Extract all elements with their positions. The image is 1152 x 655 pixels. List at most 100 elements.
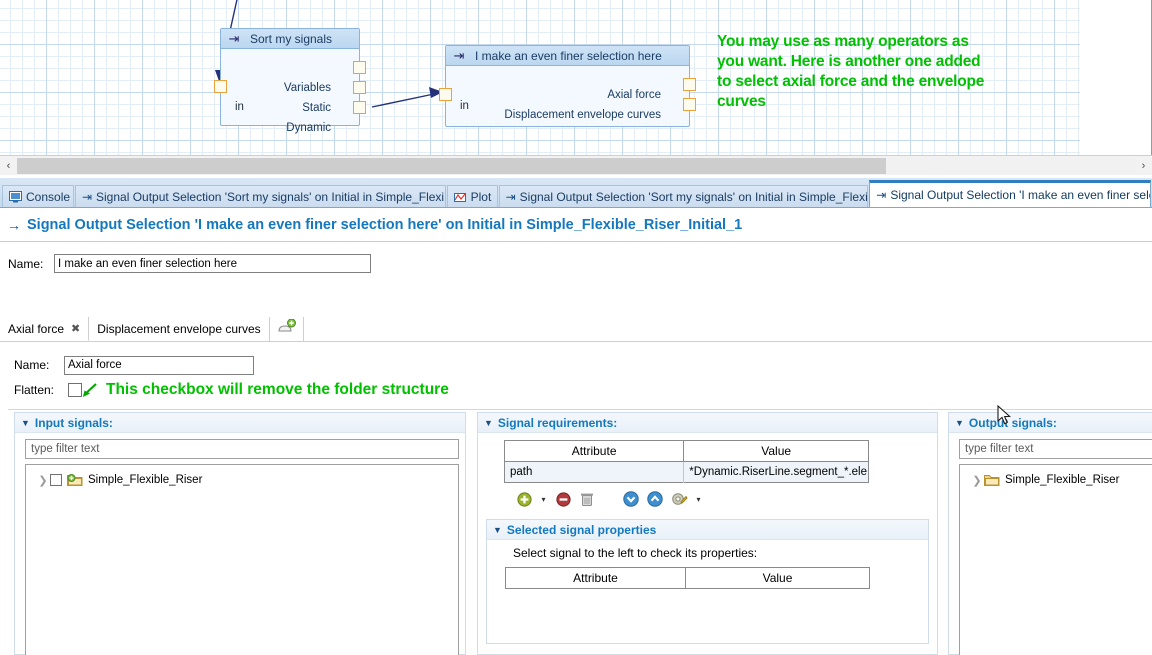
node-header: ⇥ I make an even finer selection here	[446, 46, 689, 66]
tab-axial-force[interactable]: Axial force ✖	[0, 317, 90, 341]
arrow-right-icon: ⇥	[453, 48, 465, 63]
tab-signal-output-selection-finer[interactable]: ⇥ Signal Output Selection 'I make an eve…	[869, 180, 1152, 207]
node-input-label: in	[460, 100, 469, 112]
arrow-right-icon: →	[7, 216, 21, 233]
name-label: Name:	[8, 256, 44, 271]
arrow-right-icon: ⇥	[876, 188, 887, 202]
table-header-row: Attribute Value	[504, 440, 869, 462]
port-out-dynamic[interactable]	[353, 101, 366, 114]
input-filter-input[interactable]: type filter text	[25, 439, 459, 459]
output-signals-tree[interactable]: ❯ Simple_Flexible_Riser	[959, 464, 1152, 655]
arrow-right-icon: ⇥	[81, 189, 93, 204]
tree-item-simple-flexible-riser[interactable]: ❯ Simple_Flexible_Riser	[960, 470, 1152, 490]
folder-add-icon	[67, 473, 83, 487]
inner-tab-label: Displacement envelope curves	[97, 322, 261, 336]
node-output-label-dynamic: Dynamic	[286, 122, 331, 134]
port-out-axial-force[interactable]	[683, 78, 696, 91]
scroll-left-arrow-icon[interactable]: ‹	[0, 156, 17, 175]
green-arrow-icon	[82, 382, 98, 398]
flatten-annotation-text: This checkbox will remove the folder str…	[106, 381, 449, 398]
panel-input-signals: ▼ Input signals: type filter text ❯ Simp…	[14, 412, 466, 655]
add-button[interactable]	[514, 489, 534, 509]
panel-signal-requirements: ▼ Signal requirements: Attribute Value p…	[477, 412, 938, 655]
tab-plot[interactable]: Plot	[446, 185, 498, 207]
panel-output-signals: ▼ Output signals: type filter text ❯ Sim…	[948, 412, 1152, 655]
add-tab-button[interactable]	[270, 317, 304, 341]
tree-item-simple-flexible-riser[interactable]: ❯ Simple_Flexible_Riser	[26, 470, 458, 490]
port-in[interactable]	[439, 88, 452, 101]
scrollbar-track[interactable]	[17, 157, 1135, 174]
port-out-displacement[interactable]	[683, 98, 696, 111]
chevron-right-icon[interactable]: ❯	[970, 474, 984, 487]
panel-title: Signal requirements:	[497, 415, 618, 430]
node-input-label: in	[235, 101, 244, 113]
remove-button[interactable]	[553, 489, 573, 509]
settings-dropdown-arrow-icon[interactable]: ▾	[693, 495, 704, 504]
tree-item-label: Simple_Flexible_Riser	[88, 474, 203, 486]
panel-selected-signal-properties: ▼ Selected signal properties Select sign…	[486, 519, 929, 644]
editor-tab-bar: Console ⇥ Signal Output Selection 'Sort …	[0, 178, 1152, 208]
scroll-right-arrow-icon[interactable]: ›	[1135, 156, 1152, 175]
divider	[8, 409, 1152, 410]
panel-header[interactable]: ▼ Selected signal properties	[487, 520, 928, 540]
tab-signal-output-selection-sort-2[interactable]: ⇥ Signal Output Selection 'Sort my signa…	[498, 185, 869, 207]
add-dropdown-arrow-icon[interactable]: ▾	[538, 495, 549, 504]
detail-name-input[interactable]	[64, 355, 254, 375]
tab-signal-output-selection-sort-1[interactable]: ⇥ Signal Output Selection 'Sort my signa…	[74, 185, 446, 207]
tree-item-checkbox[interactable]	[50, 474, 62, 486]
inner-tab-label: Axial force	[8, 321, 65, 336]
panel-header[interactable]: ▼ Signal requirements:	[478, 413, 937, 433]
output-filter-input[interactable]: type filter text	[959, 439, 1152, 459]
selected-signal-properties-table[interactable]: Attribute Value	[505, 567, 870, 589]
filter-placeholder: type filter text	[31, 443, 100, 455]
form-title-bar: → Signal Output Selection 'I make an eve…	[0, 208, 1152, 242]
arrow-right-icon: ⇥	[505, 189, 516, 204]
chevron-down-icon[interactable]: ▼	[955, 418, 964, 428]
chevron-down-icon[interactable]: ▼	[21, 418, 30, 428]
name-input[interactable]	[54, 254, 371, 273]
column-header-attribute: Attribute	[504, 440, 685, 462]
move-up-button[interactable]	[645, 489, 665, 509]
scrollbar-thumb[interactable]	[17, 157, 886, 174]
edit-settings-button[interactable]	[669, 489, 689, 509]
port-in[interactable]	[214, 80, 227, 93]
inner-tab-strip: Axial force ✖ Displacement envelope curv…	[0, 317, 1152, 342]
page-title: Signal Output Selection 'I make an even …	[27, 216, 743, 233]
panel-header[interactable]: ▼ Input signals:	[15, 413, 465, 433]
input-signals-tree[interactable]: ❯ Simple_Flexible_Riser	[25, 464, 459, 655]
node-title: I make an even finer selection here	[475, 48, 662, 63]
signal-requirements-table[interactable]: Attribute Value path *Dynamic.RiserLine.…	[504, 440, 869, 483]
panel-title: Selected signal properties	[506, 522, 657, 537]
plot-icon	[453, 191, 467, 203]
detail-name-row: Name:	[0, 352, 1152, 378]
node-body: in Variables Static Dynamic	[221, 49, 359, 134]
tab-label: Signal Output Selection 'Sort my signals…	[96, 189, 445, 204]
port-out-variables[interactable]	[353, 61, 366, 74]
node-body: in Axial force Displacement envelope cur…	[446, 66, 689, 126]
panel-header[interactable]: ▼ Output signals:	[949, 413, 1152, 433]
chevron-down-icon[interactable]: ▼	[484, 418, 493, 428]
tab-label: Signal Output Selection 'I make an even …	[890, 188, 1152, 202]
delete-button[interactable]	[577, 489, 597, 509]
node-output-label-static: Static	[302, 102, 331, 114]
move-down-button[interactable]	[621, 489, 641, 509]
port-out-static[interactable]	[353, 81, 366, 94]
diagram-node-finer-selection[interactable]: ⇥ I make an even finer selection here in…	[439, 45, 696, 127]
column-header-attribute: Attribute	[505, 567, 686, 589]
tree-item-label: Simple_Flexible_Riser	[1005, 474, 1120, 486]
arrow-right-icon: ⇥	[228, 31, 240, 46]
tab-displacement-envelope-curves[interactable]: Displacement envelope curves	[89, 317, 270, 341]
diagram-node-sort-my-signals[interactable]: ⇥ Sort my signals in Variables Static Dy…	[214, 28, 366, 134]
table-row[interactable]: path *Dynamic.RiserLine.segment_*.ele	[504, 461, 869, 483]
diagram-canvas[interactable]: ⇥ Sort my signals in Variables Static Dy…	[0, 0, 1152, 155]
tab-console[interactable]: Console	[2, 185, 74, 207]
cell-attribute: path	[504, 461, 685, 483]
close-icon[interactable]: ✖	[71, 322, 80, 335]
folder-icon	[984, 473, 1000, 487]
node-header: ⇥ Sort my signals	[221, 29, 359, 49]
canvas-horizontal-scrollbar[interactable]: ‹ ›	[0, 155, 1152, 175]
panel-title: Input signals:	[34, 415, 113, 430]
chevron-down-icon[interactable]: ▼	[493, 525, 502, 535]
chevron-right-icon[interactable]: ❯	[36, 474, 50, 487]
console-icon	[9, 190, 22, 203]
